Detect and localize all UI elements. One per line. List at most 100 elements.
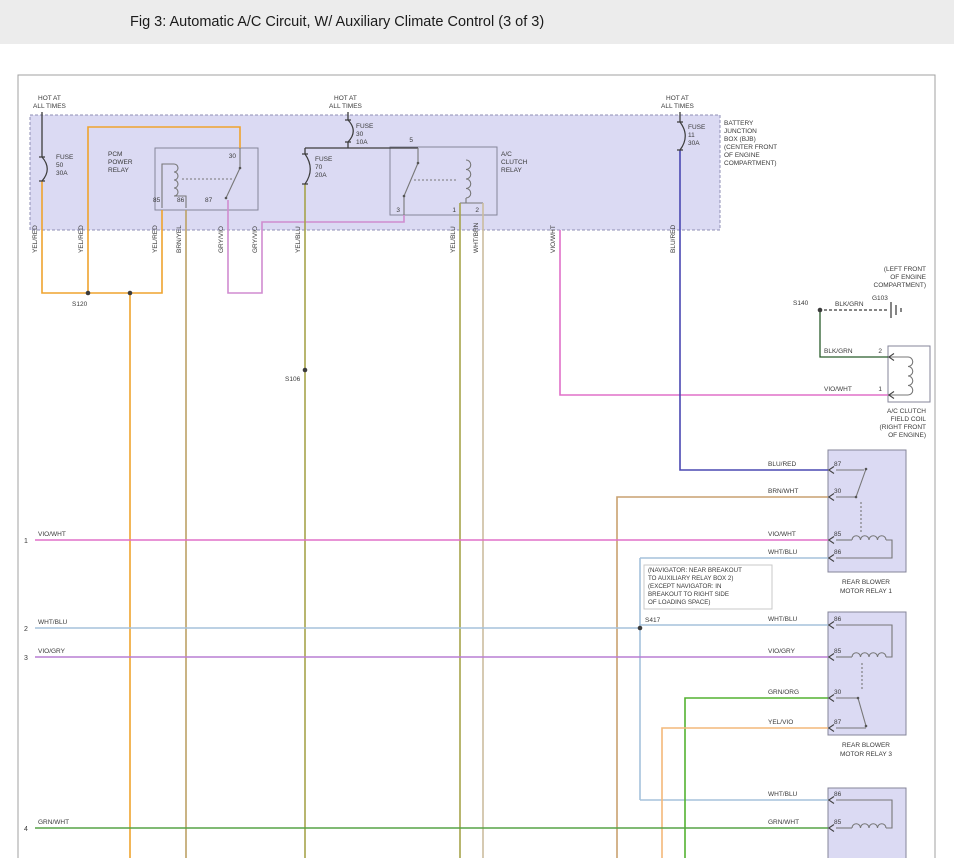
pin-label: 85 [834, 531, 842, 538]
relay1-caption: REAR BLOWER [842, 579, 890, 586]
fuse11-label: 11 [688, 132, 695, 139]
pcm-relay-label: RELAY [108, 167, 129, 174]
wire-color-label: WHT/BLU [768, 616, 798, 623]
hot-at-label: HOT AT [38, 95, 61, 102]
wire-color-label: GRN/WHT [768, 819, 799, 826]
ac-relay-label: RELAY [501, 167, 522, 174]
fuse30-label: FUSE [356, 123, 374, 130]
wire-color-label: YEL/BLU [450, 226, 457, 253]
splice-dot [638, 626, 643, 631]
wire-color-label: VIO/WHT [38, 531, 66, 538]
pin-label: 86 [834, 549, 842, 556]
circuit-number: 3 [24, 655, 28, 662]
fuse70-label: 70 [315, 164, 323, 171]
fuse70-label: 20A [315, 172, 327, 179]
wire-grn-org [685, 698, 828, 858]
field-coil-caption: A/C CLUTCH [887, 408, 926, 415]
contact-pivot [403, 195, 406, 198]
wire-color-label: YEL/RED [32, 225, 39, 253]
contact-pivot [865, 468, 868, 471]
pin-label: 30 [229, 153, 237, 160]
pin-label: 86 [177, 197, 185, 204]
fuse50-label: FUSE [56, 154, 74, 161]
splice-label: S106 [285, 376, 301, 383]
contact-pivot [239, 167, 242, 170]
splice-label: S417 [645, 617, 661, 624]
bjb-label: OF ENGINE [724, 152, 760, 159]
relay1-caption: MOTOR RELAY 1 [840, 588, 892, 595]
location-label: COMPARTMENT) [874, 282, 926, 289]
wire-color-label: WHT/BLU [38, 619, 68, 626]
field-coil-box [888, 346, 930, 402]
pcm-relay-label: POWER [108, 159, 133, 166]
hot-at-label: ALL TIMES [329, 103, 363, 110]
pin-label: 85 [834, 648, 842, 655]
pin-label: 87 [834, 461, 842, 468]
pin-label: 85 [153, 197, 161, 204]
bjb-label: COMPARTMENT) [724, 160, 776, 167]
pin-label: 1 [452, 207, 456, 214]
bjb-label: (CENTER FRONT [724, 144, 777, 151]
wire-color-label: WHT/BLU [768, 791, 798, 798]
relay3-caption: REAR BLOWER [842, 742, 890, 749]
fuse30-label: 30 [356, 131, 364, 138]
wire-color-label: GRN/WHT [38, 819, 69, 826]
bjb-label: BOX (BJB) [724, 136, 756, 143]
splice-dot [86, 291, 91, 296]
pin-label: 2 [878, 348, 882, 355]
wire-color-label: GRY/VIO [218, 226, 225, 253]
wire-color-label: GRN/ORG [768, 689, 799, 696]
field-coil-caption: (RIGHT FRONT [880, 424, 926, 431]
pin-label: 87 [205, 197, 213, 204]
fuse11-label: FUSE [688, 124, 706, 131]
wire-color-label: VIO/WHT [550, 225, 557, 253]
wire-color-label: GRY/VIO [252, 226, 259, 253]
wire-color-label: YEL/RED [152, 225, 159, 253]
circuit-number: 4 [24, 826, 28, 833]
fuse70-label: FUSE [315, 156, 333, 163]
pin-label: 87 [834, 719, 842, 726]
bjb-label: JUNCTION [724, 128, 757, 135]
wiring-svg: HOT ATALL TIMESHOT ATALL TIMESHOT ATALL … [0, 0, 954, 858]
location-label: (LEFT FRONT [884, 266, 926, 273]
hot-at-label: ALL TIMES [33, 103, 67, 110]
splice-label: S120 [72, 301, 88, 308]
wire-vio-wht-clutch [560, 230, 888, 395]
s417-note-line: OF LOADING SPACE) [648, 599, 710, 606]
field-coil-caption: OF ENGINE) [888, 432, 926, 439]
relay3-box [828, 612, 906, 735]
hot-at-label: ALL TIMES [661, 103, 695, 110]
fuse30-label: 10A [356, 139, 368, 146]
s417-note-line: (NAVIGATOR: NEAR BREAKOUT [648, 567, 742, 574]
wire-color-label: YEL/BLU [295, 226, 302, 253]
wire-color-label: YEL/VIO [768, 719, 793, 726]
fuse50-label: 30A [56, 170, 68, 177]
splice-dot [303, 368, 308, 373]
field-coil-caption: FIELD COIL [891, 416, 927, 423]
wire-color-label: BLU/RED [768, 461, 796, 468]
contact-pivot [855, 496, 858, 499]
pin-label: 86 [834, 791, 842, 798]
wire-yel-vio [662, 728, 828, 858]
pin-label: 30 [834, 689, 842, 696]
splice-dot [128, 291, 133, 296]
hot-at-label: HOT AT [666, 95, 689, 102]
pin-label: 3 [396, 207, 400, 214]
contact-pivot [857, 697, 860, 700]
wire-color-label: BLK/GRN [824, 348, 853, 355]
contact-pivot [865, 725, 868, 728]
wire-color-label: BLK/GRN [835, 301, 864, 308]
ground-label: G103 [872, 295, 888, 302]
s417-note-line: BREAKOUT TO RIGHT SIDE [648, 591, 729, 598]
wire-color-label: BLU/RED [670, 225, 677, 253]
wire-color-label: BRN/YEL [176, 225, 183, 253]
pin-label: 1 [878, 386, 882, 393]
ac-relay-label: A/C [501, 151, 512, 158]
splice-label: S140 [793, 300, 809, 307]
s417-note-line: (EXCEPT NAVIGATOR: IN [648, 583, 721, 590]
wire-color-label: VIO/WHT [768, 531, 796, 538]
relay3-caption: MOTOR RELAY 3 [840, 751, 892, 758]
bjb-box [30, 115, 720, 230]
fuse11-label: 30A [688, 140, 700, 147]
wire-color-label: YEL/RED [78, 225, 85, 253]
